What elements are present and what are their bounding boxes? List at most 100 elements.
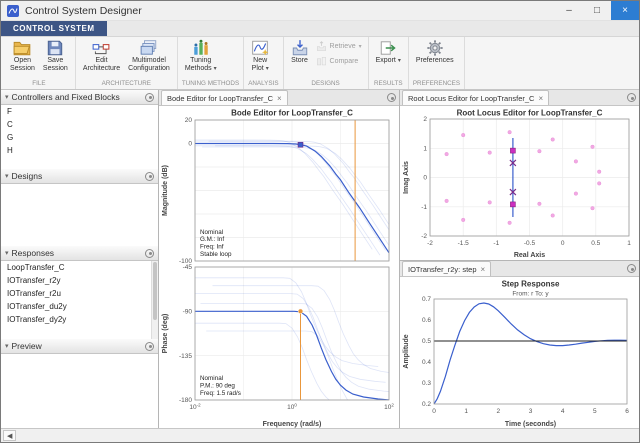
export-icon bbox=[379, 39, 397, 57]
plot-annotation: Freq: Inf bbox=[200, 244, 224, 251]
statusbar: ◀ bbox=[1, 428, 639, 442]
export-label: Export ▾ bbox=[376, 57, 401, 65]
svg-text:-135: -135 bbox=[179, 353, 192, 360]
scrollbar[interactable] bbox=[151, 261, 158, 339]
list-item[interactable]: LoopTransfer_C bbox=[1, 261, 158, 274]
panel-menu-icon[interactable] bbox=[145, 93, 154, 102]
pole-cloud-dot bbox=[445, 152, 449, 156]
plot-annotation: Freq: 1.5 rad/s bbox=[200, 390, 241, 397]
titlebar: Control System Designer – □ × bbox=[1, 1, 639, 21]
pole-cloud-dot bbox=[445, 199, 449, 203]
window-title: Control System Designer bbox=[25, 5, 142, 17]
tab-bode-editor[interactable]: Bode Editor for LoopTransfer_C × bbox=[161, 90, 288, 105]
root-locus-plot[interactable]: -2-1.5-1-0.500.51-2-1012Root Locus Edito… bbox=[400, 106, 639, 261]
tuning-methods-button[interactable]: TuningMethods ▾ bbox=[182, 38, 220, 74]
window-controls: – □ × bbox=[555, 1, 639, 20]
list-item[interactable]: C bbox=[1, 118, 158, 131]
maximize-button[interactable]: □ bbox=[583, 1, 611, 20]
tuning-icon bbox=[192, 39, 210, 57]
save-session-button[interactable]: SaveSession bbox=[40, 38, 71, 74]
sidebar-panel-preview: ▾Preview bbox=[1, 339, 158, 428]
plot-title: Step Response bbox=[502, 280, 560, 289]
panel-menu-icon[interactable] bbox=[627, 264, 636, 273]
svg-text:-2: -2 bbox=[421, 233, 427, 240]
minimize-button[interactable]: – bbox=[555, 1, 583, 20]
close-icon[interactable]: × bbox=[481, 265, 486, 274]
pole-cloud-dot bbox=[488, 201, 492, 205]
list-item[interactable]: IOTransfer_r2y bbox=[1, 274, 158, 287]
compare-label: Compare bbox=[330, 58, 359, 65]
store-button[interactable]: Store bbox=[288, 38, 312, 66]
panel-header-designs[interactable]: ▾Designs bbox=[1, 169, 158, 184]
gain-crossover-marker[interactable] bbox=[298, 142, 303, 147]
panel-menu-icon[interactable] bbox=[627, 93, 636, 102]
svg-text:1: 1 bbox=[423, 146, 427, 153]
pole-cloud-dot bbox=[461, 218, 465, 222]
pole-cloud-dot bbox=[508, 130, 512, 134]
new-plot-button[interactable]: NewPlot ▾ bbox=[248, 38, 272, 74]
multimodel-configuration-button[interactable]: MultimodelConfiguration bbox=[125, 38, 173, 74]
svg-text:2: 2 bbox=[496, 408, 500, 415]
step-response-section: IOTransfer_r2y: step × 01234560.20.30.40… bbox=[400, 261, 639, 428]
preferences-icon bbox=[426, 39, 444, 57]
sidebar-panel-designs: ▾Designs bbox=[1, 169, 158, 246]
panel-header-preview[interactable]: ▾Preview bbox=[1, 339, 158, 354]
edit-architecture-button[interactable]: EditArchitecture bbox=[80, 38, 123, 74]
tab-step-response[interactable]: IOTransfer_r2y: step × bbox=[402, 261, 491, 276]
list-item[interactable]: F bbox=[1, 105, 158, 118]
panel-title: Controllers and Fixed Blocks bbox=[12, 92, 142, 102]
phase-margin-marker[interactable] bbox=[298, 309, 303, 314]
panel-title: Responses bbox=[12, 248, 142, 258]
svg-text:-1.5: -1.5 bbox=[458, 240, 470, 247]
panel-menu-icon[interactable] bbox=[387, 93, 396, 102]
panel-title: Designs bbox=[12, 171, 142, 181]
panel-menu-icon[interactable] bbox=[145, 172, 154, 181]
svg-text:-90: -90 bbox=[183, 309, 193, 316]
bode-magnitude-plot[interactable]: 200-100NominalG.M.: InfFreq: InfStable l… bbox=[159, 106, 399, 264]
panel-menu-icon[interactable] bbox=[145, 342, 154, 351]
svg-text:100: 100 bbox=[287, 403, 297, 412]
pole-cloud-dot bbox=[574, 160, 578, 164]
panel-header-controllers-and-fixed-blocks[interactable]: ▾Controllers and Fixed Blocks bbox=[1, 90, 158, 105]
status-scroll-left[interactable]: ◀ bbox=[3, 430, 16, 441]
step-response-plot[interactable]: 01234560.20.30.40.50.60.7Step ResponseFr… bbox=[400, 277, 639, 430]
x-axis-label: Time (seconds) bbox=[505, 421, 556, 428]
tab-control-system[interactable]: CONTROL SYSTEM bbox=[1, 21, 107, 36]
svg-text:6: 6 bbox=[625, 408, 629, 415]
plot-annotation: Stable loop bbox=[200, 251, 232, 258]
plot-annotation: G.M.: Inf bbox=[200, 236, 224, 243]
closed-loop-pole-marker[interactable] bbox=[510, 148, 515, 153]
preferences-button[interactable]: Preferences bbox=[413, 38, 457, 66]
tab-root-locus-editor[interactable]: Root Locus Editor for LoopTransfer_C × bbox=[402, 90, 549, 105]
plot-title: Root Locus Editor for LoopTransfer_C bbox=[457, 109, 603, 118]
plot-subtitle: From: r To: y bbox=[512, 291, 549, 298]
close-button[interactable]: × bbox=[611, 1, 639, 20]
bode-phase-plot[interactable]: 10-2100102-45-90-135-180NominalP.M.: 90 … bbox=[159, 264, 399, 430]
pole-cloud-dot bbox=[597, 182, 601, 186]
y-axis-label: Imag Axis bbox=[403, 161, 410, 194]
list-item[interactable]: H bbox=[1, 144, 158, 157]
step-tabbar: IOTransfer_r2y: step × bbox=[400, 261, 639, 277]
panel-menu-icon[interactable] bbox=[145, 249, 154, 258]
scrollbar-thumb[interactable] bbox=[153, 262, 157, 320]
svg-text:1: 1 bbox=[627, 240, 631, 247]
list-item[interactable]: G bbox=[1, 131, 158, 144]
control-system-designer-window: Control System Designer – □ × CONTROL SY… bbox=[0, 0, 640, 443]
close-icon[interactable]: × bbox=[538, 94, 543, 103]
list-item[interactable]: IOTransfer_dy2y bbox=[1, 313, 158, 326]
panel-header-responses[interactable]: ▾Responses bbox=[1, 246, 158, 261]
closed-loop-pole-marker[interactable] bbox=[510, 202, 515, 207]
bode-tabbar: Bode Editor for LoopTransfer_C × bbox=[159, 90, 399, 106]
close-icon[interactable]: × bbox=[277, 94, 282, 103]
list-item[interactable]: IOTransfer_du2y bbox=[1, 300, 158, 313]
toolbar-group-analysis: NewPlot ▾ANALYSIS bbox=[244, 37, 283, 89]
chevron-down-icon: ▾ bbox=[5, 93, 9, 101]
open-session-button[interactable]: OpenSession bbox=[7, 38, 38, 74]
right-column: Root Locus Editor for LoopTransfer_C × -… bbox=[400, 90, 639, 428]
svg-text:-1: -1 bbox=[493, 240, 499, 247]
new-plot-label: NewPlot ▾ bbox=[252, 57, 269, 73]
export-button[interactable]: Export ▾ bbox=[373, 38, 404, 66]
document-area: Bode Editor for LoopTransfer_C × 200-100… bbox=[159, 90, 639, 428]
pole-cloud-dot bbox=[551, 214, 555, 218]
list-item[interactable]: IOTransfer_r2u bbox=[1, 287, 158, 300]
